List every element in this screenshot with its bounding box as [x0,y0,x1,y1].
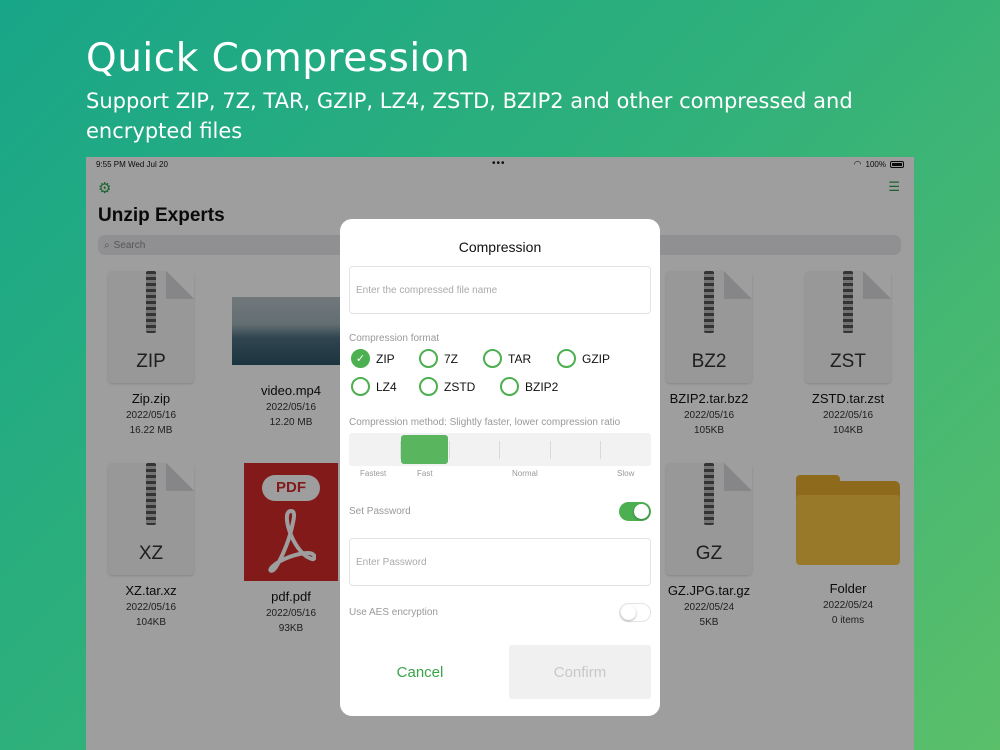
method-label: Compression method: Slightly faster, low… [349,417,621,428]
dialog-title: Compression [458,239,542,255]
format-option-gzip[interactable]: GZIP [557,349,610,368]
compression-dialog: Compression Enter the compressed file na… [340,219,660,716]
password-input[interactable]: Enter Password [349,538,651,586]
format-option-bzip2[interactable]: BZIP2 [500,377,558,396]
password-label: Set Password [349,506,411,517]
filename-input[interactable]: Enter the compressed file name [349,266,651,314]
method-level-label: Fast [417,469,433,478]
confirm-button[interactable]: Confirm [509,645,651,699]
method-level-label: Normal [512,469,538,478]
cancel-button[interactable]: Cancel [349,645,491,699]
promo-subtitle: Support ZIP, 7Z, TAR, GZIP, LZ4, ZSTD, B… [86,89,853,143]
radio-icon [419,377,438,396]
format-label: Compression format [349,333,440,344]
radio-icon [500,377,519,396]
slider-thumb[interactable] [401,435,448,464]
aes-label: Use AES encryption [349,607,438,618]
format-option-zip[interactable]: ✓ ZIP [351,349,395,368]
radio-icon [483,349,502,368]
format-option-7z[interactable]: 7Z [419,349,458,368]
format-option-tar[interactable]: TAR [483,349,531,368]
check-icon: ✓ [351,349,370,368]
ipad-screen: 9:55 PM Wed Jul 20 ••• ◠ 100% ⚙ ☰ Unzip … [86,157,914,750]
radio-icon [419,349,438,368]
method-level-label: Fastest [360,469,387,478]
compression-method-slider[interactable] [349,433,651,466]
radio-icon [351,377,370,396]
format-option-lz4[interactable]: LZ4 [351,377,397,396]
password-toggle[interactable] [619,502,651,521]
method-level-label: Slow [617,469,635,478]
promo-title: Quick Compression [86,36,471,81]
filename-placeholder: Enter the compressed file name [356,284,498,296]
aes-toggle[interactable] [619,603,651,622]
format-option-zstd[interactable]: ZSTD [419,377,475,396]
password-placeholder: Enter Password [356,556,427,568]
radio-icon [557,349,576,368]
